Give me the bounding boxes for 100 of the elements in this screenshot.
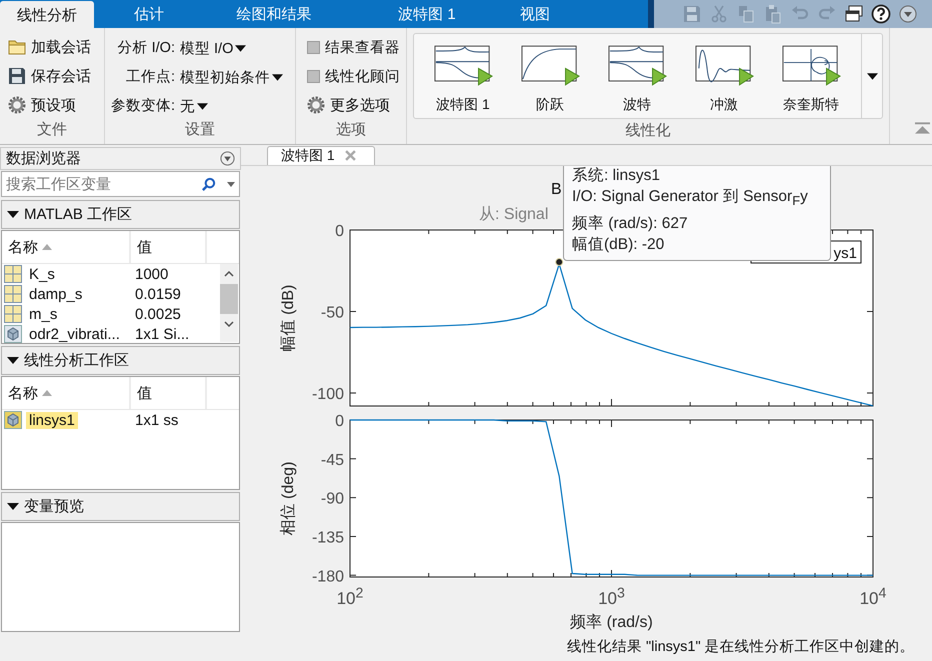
ribbon-button[interactable]: 预设项	[8, 94, 104, 116]
search-field[interactable]: 搜索工作区变量	[1, 171, 240, 197]
section-title: 线性化	[624, 121, 672, 141]
sort-icon	[42, 244, 52, 250]
cube-icon	[4, 411, 22, 429]
variable-row[interactable]: damp_s 0.0159	[2, 284, 220, 304]
matrix-icon	[4, 265, 22, 283]
caret-icon	[235, 44, 246, 52]
ribbon-button[interactable]: 保存会话	[8, 65, 104, 87]
column-header[interactable]: 名称	[2, 231, 131, 263]
tick-label: -90	[320, 490, 344, 508]
variable-value: 1000	[134, 266, 170, 282]
collapse-icon[interactable]	[915, 122, 930, 134]
variable-row[interactable]: m_s 0.0025	[2, 304, 220, 324]
section-header[interactable]: 变量预览	[1, 492, 240, 521]
scrollbar[interactable]	[220, 264, 238, 342]
variable-name: damp_s	[28, 286, 84, 302]
nyquist-plot-icon	[782, 45, 842, 86]
ribbon-button[interactable]: 更多选项	[307, 94, 406, 116]
cut-icon[interactable]	[709, 4, 729, 24]
caret-icon	[272, 74, 283, 80]
column-header[interactable]: 名称	[2, 377, 131, 409]
tick-label: -50	[320, 304, 344, 322]
sort-icon	[42, 390, 52, 396]
settings-icon	[307, 96, 325, 114]
variable-row[interactable]: K_s 1000	[2, 264, 220, 284]
impulse-response-icon	[695, 45, 755, 86]
caret-icon	[197, 102, 208, 110]
setting-label: 参数变体:	[111, 96, 175, 116]
ribbon-tab[interactable]: 波特图 1	[344, 0, 510, 28]
close-icon[interactable]	[344, 150, 356, 162]
tick-label: -135	[312, 530, 344, 547]
legend-label: ys1	[834, 245, 857, 262]
axis-label: 相位 (deg)	[280, 462, 297, 536]
setting-dropdown[interactable]: 无	[180, 95, 295, 117]
caret-icon[interactable]	[227, 182, 235, 187]
ribbon-button[interactable]: 加载会话	[8, 36, 104, 58]
tick-label: -45	[320, 452, 344, 469]
column-header[interactable]: 值	[130, 377, 208, 409]
variable-value: 1x1 Si...	[134, 326, 190, 342]
section-header[interactable]: 线性分析工作区	[1, 346, 240, 375]
section-title: 线性分析工作区	[24, 351, 129, 370]
cube-icon	[4, 325, 22, 343]
variable-name: m_s	[28, 306, 58, 322]
search-icon[interactable]	[201, 177, 216, 192]
tick-label: 0	[335, 413, 344, 430]
gallery-button[interactable]: 波特图 1	[426, 34, 513, 118]
section-header[interactable]: MATLAB 工作区	[1, 200, 240, 229]
bode-plot-icon	[608, 45, 668, 86]
document-tab[interactable]: 波特图 1	[267, 146, 375, 165]
data-tip-text: 频率 (rad/s): 627	[572, 214, 689, 234]
setting-label: 分析 I/O:	[116, 39, 175, 58]
tick-label: 0	[335, 223, 344, 240]
gallery-button[interactable]: 阶跃	[513, 34, 600, 118]
setting-label: 工作点:	[124, 68, 175, 87]
gallery-button[interactable]: 波特	[600, 34, 687, 118]
checkbox-label: 结果查看器	[325, 38, 400, 56]
tick-label: 10$^{3}$	[598, 588, 625, 608]
plot-title: B	[551, 180, 563, 200]
ribbon-tab[interactable]: 绘图和结果	[204, 0, 344, 28]
column-header[interactable]: 值	[130, 231, 208, 263]
tick-label: -180	[312, 568, 344, 586]
caret-icon	[866, 72, 878, 80]
variable-row[interactable]: linsys1 1x1 ss	[2, 410, 220, 430]
scroll-up-icon[interactable]	[224, 271, 234, 277]
paste-icon[interactable]	[763, 4, 783, 24]
variable-row[interactable]: odr2_vibrati... 1x1 Si...	[2, 324, 220, 344]
windows-icon[interactable]	[844, 4, 864, 24]
setting-dropdown[interactable]: 模型初始条件	[180, 66, 295, 88]
gallery-button[interactable]: 奈奎斯特	[774, 34, 861, 118]
data-tip-text: 幅值(dB): -20	[572, 234, 666, 255]
ribbon-tab[interactable]: 视图	[510, 0, 600, 28]
copy-icon[interactable]	[736, 4, 756, 24]
step-response-icon	[521, 45, 581, 86]
gallery-button[interactable]: 冲激	[687, 34, 774, 118]
setting-dropdown[interactable]: 模型 I/O	[180, 37, 295, 59]
data-tip-text: I/O: Signal Generator 到 Sensor$_{F}$y	[572, 186, 809, 207]
scroll-down-icon[interactable]	[224, 321, 234, 327]
checkbox-label: 线性化顾问	[325, 68, 400, 86]
checkbox[interactable]: 线性化顾问	[307, 65, 406, 87]
scroll-thumb[interactable]	[220, 284, 238, 314]
dropdown-icon[interactable]	[898, 4, 918, 24]
data-tip-marker[interactable]	[555, 258, 564, 266]
bode-plot-icon	[434, 45, 494, 86]
help-icon[interactable]	[871, 4, 891, 24]
ribbon-tab[interactable]: 线性分析	[0, 1, 94, 29]
dropdown-icon[interactable]	[220, 151, 235, 166]
data-tip-text: 系统: linsys1	[572, 166, 661, 186]
section-title: 设置	[184, 120, 216, 140]
checkbox[interactable]: 结果查看器	[307, 36, 406, 58]
checkbox-box[interactable]	[307, 40, 320, 54]
save-icon[interactable]	[682, 4, 702, 24]
variable-name: linsys1	[26, 412, 78, 428]
section-title: 变量预览	[24, 497, 84, 516]
variable-name: odr2_vibrati...	[28, 326, 121, 342]
ribbon-tab[interactable]: 估计	[94, 0, 204, 28]
section-title: 文件	[36, 120, 68, 140]
checkbox-box[interactable]	[307, 70, 320, 82]
tick-label: -100	[312, 386, 344, 404]
tick-label: 10$^{2}$	[336, 588, 364, 608]
